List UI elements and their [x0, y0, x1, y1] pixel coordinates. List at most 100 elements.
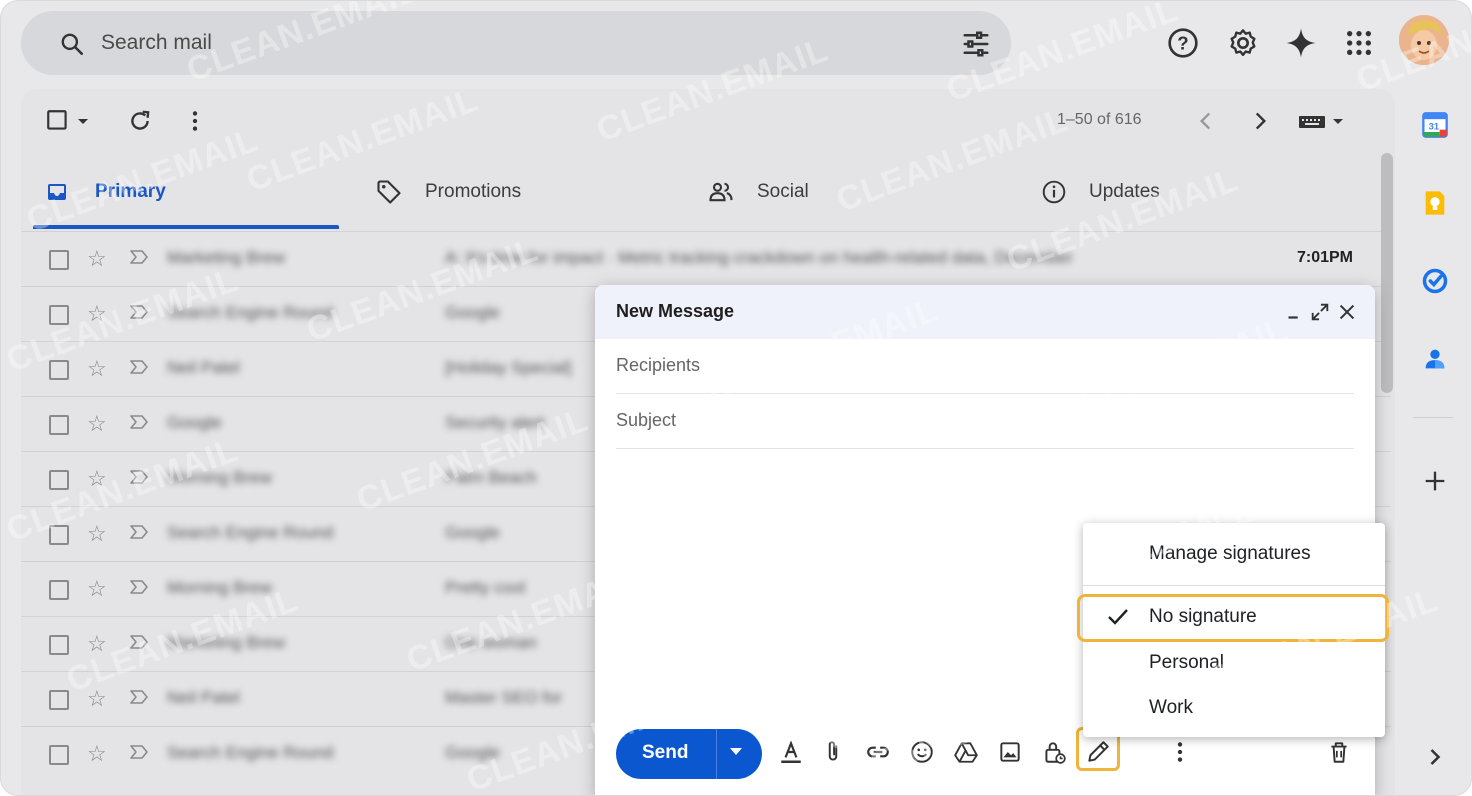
importance-marker-icon[interactable]	[129, 579, 149, 595]
minimize-icon[interactable]	[1283, 301, 1305, 323]
importance-marker-icon[interactable]	[129, 634, 149, 650]
help-icon[interactable]: ?	[1167, 27, 1199, 59]
input-tools-keyboard-icon[interactable]	[1297, 108, 1345, 134]
email-subject: Security alert	[445, 413, 545, 432]
keep-notes-icon[interactable]	[1421, 189, 1449, 217]
select-dropdown-caret-icon[interactable]	[73, 108, 93, 134]
recipients-field[interactable]: Recipients	[616, 339, 1354, 394]
expand-panel-chevron-icon[interactable]	[1421, 743, 1449, 771]
more-compose-options-icon[interactable]	[1167, 739, 1193, 765]
schedule-send-caret-icon[interactable]	[730, 748, 742, 755]
email-subject: Google	[445, 743, 500, 762]
select-all-checkbox[interactable]	[45, 108, 71, 134]
email-subject: A: It's time for impact · Metric trackin…	[445, 248, 1073, 267]
more-options-icon[interactable]	[182, 108, 208, 134]
star-icon[interactable]: ☆	[87, 356, 107, 382]
star-icon[interactable]: ☆	[87, 576, 107, 602]
search-options-icon[interactable]	[961, 29, 991, 59]
subject-field[interactable]: Subject	[616, 394, 1354, 449]
row-checkbox[interactable]	[49, 250, 69, 270]
recipients-placeholder: Recipients	[616, 355, 701, 375]
tab-promotions[interactable]: Promotions	[375, 169, 521, 215]
tab-label: Social	[757, 181, 809, 202]
email-subject: [Holiday Special]	[445, 358, 572, 377]
discard-trash-icon[interactable]	[1326, 739, 1352, 765]
insert-photo-icon[interactable]	[997, 739, 1023, 765]
star-icon[interactable]: ☆	[87, 466, 107, 492]
close-icon[interactable]	[1336, 301, 1358, 323]
email-sender: Neil Patel	[167, 358, 240, 377]
account-avatar[interactable]	[1399, 15, 1449, 65]
gemini-sparkle-icon[interactable]	[1285, 27, 1317, 59]
star-icon[interactable]: ☆	[87, 301, 107, 327]
emoji-icon[interactable]	[909, 739, 935, 765]
menu-divider	[1083, 585, 1385, 586]
star-icon[interactable]: ☆	[87, 686, 107, 712]
email-subject: Pretty cool	[445, 578, 526, 597]
calendar-icon[interactable]: 31	[1421, 111, 1449, 139]
search-input[interactable]: Search mail	[101, 31, 212, 55]
email-time: 7:01PM	[1296, 249, 1353, 266]
tab-social[interactable]: Social	[707, 169, 809, 215]
search-bar[interactable]: Search mail	[21, 11, 1011, 75]
manage-signatures-item[interactable]: Manage signatures	[1149, 543, 1311, 565]
star-icon[interactable]: ☆	[87, 631, 107, 657]
insert-link-icon[interactable]	[865, 739, 891, 765]
email-row[interactable]: ☆ Marketing Brew A: It's time for impact ·…	[21, 231, 1391, 286]
fullscreen-expand-icon[interactable]	[1309, 301, 1331, 323]
older-page-chevron-right-icon[interactable]	[1247, 108, 1273, 134]
tab-label: Promotions	[425, 181, 522, 202]
compose-header[interactable]: New Message	[595, 285, 1375, 339]
refresh-icon[interactable]	[127, 108, 153, 134]
row-checkbox[interactable]	[49, 470, 69, 490]
importance-marker-icon[interactable]	[129, 304, 149, 320]
email-sender: Morning Brew	[167, 578, 272, 597]
star-icon[interactable]: ☆	[87, 521, 107, 547]
row-checkbox[interactable]	[49, 745, 69, 765]
tab-label: Updates	[1089, 181, 1160, 202]
search-icon[interactable]	[59, 31, 85, 57]
tab-primary[interactable]: Primary	[45, 169, 166, 215]
email-subject: Google	[445, 303, 500, 322]
attach-paperclip-icon[interactable]	[820, 739, 846, 765]
importance-marker-icon[interactable]	[129, 744, 149, 760]
email-subject: Google	[445, 523, 500, 542]
email-sender: Morning Brew	[167, 468, 272, 487]
row-checkbox[interactable]	[49, 360, 69, 380]
add-addon-plus-icon[interactable]	[1421, 467, 1449, 495]
apps-grid-icon[interactable]	[1343, 27, 1375, 59]
row-checkbox[interactable]	[49, 305, 69, 325]
importance-marker-icon[interactable]	[129, 689, 149, 705]
importance-marker-icon[interactable]	[129, 359, 149, 375]
work-signature-item[interactable]: Work	[1149, 697, 1193, 719]
pagination-label: 1–50 of 616	[1057, 111, 1142, 128]
newer-page-chevron-left-icon[interactable]	[1193, 108, 1219, 134]
row-checkbox[interactable]	[49, 415, 69, 435]
star-icon[interactable]: ☆	[87, 411, 107, 437]
scrollbar[interactable]	[1381, 153, 1393, 393]
email-sender: Search Engine Round	[167, 743, 334, 762]
row-checkbox[interactable]	[49, 525, 69, 545]
tab-updates[interactable]: Updates	[1041, 169, 1160, 215]
importance-marker-icon[interactable]	[129, 524, 149, 540]
personal-signature-item[interactable]: Personal	[1149, 652, 1224, 674]
settings-gear-icon[interactable]	[1227, 27, 1259, 59]
tasks-icon[interactable]	[1421, 267, 1449, 295]
star-icon[interactable]: ☆	[87, 741, 107, 767]
email-subject: Palm Beach	[445, 468, 537, 487]
importance-marker-icon[interactable]	[129, 414, 149, 430]
google-drive-icon[interactable]	[953, 739, 979, 765]
inbox-icon	[48, 184, 66, 200]
star-icon[interactable]: ☆	[87, 246, 107, 272]
row-checkbox[interactable]	[49, 690, 69, 710]
confidential-mode-lock-icon[interactable]	[1041, 739, 1067, 765]
signature-menu: Manage signatures No signature Personal …	[1077, 523, 1389, 737]
contacts-icon[interactable]	[1421, 345, 1449, 373]
email-sender: Neil Patel	[167, 688, 240, 707]
importance-marker-icon[interactable]	[129, 469, 149, 485]
row-checkbox[interactable]	[49, 635, 69, 655]
send-button[interactable]: Send	[642, 742, 688, 764]
formatting-options-icon[interactable]	[778, 739, 804, 765]
row-checkbox[interactable]	[49, 580, 69, 600]
importance-marker-icon[interactable]	[129, 249, 149, 265]
